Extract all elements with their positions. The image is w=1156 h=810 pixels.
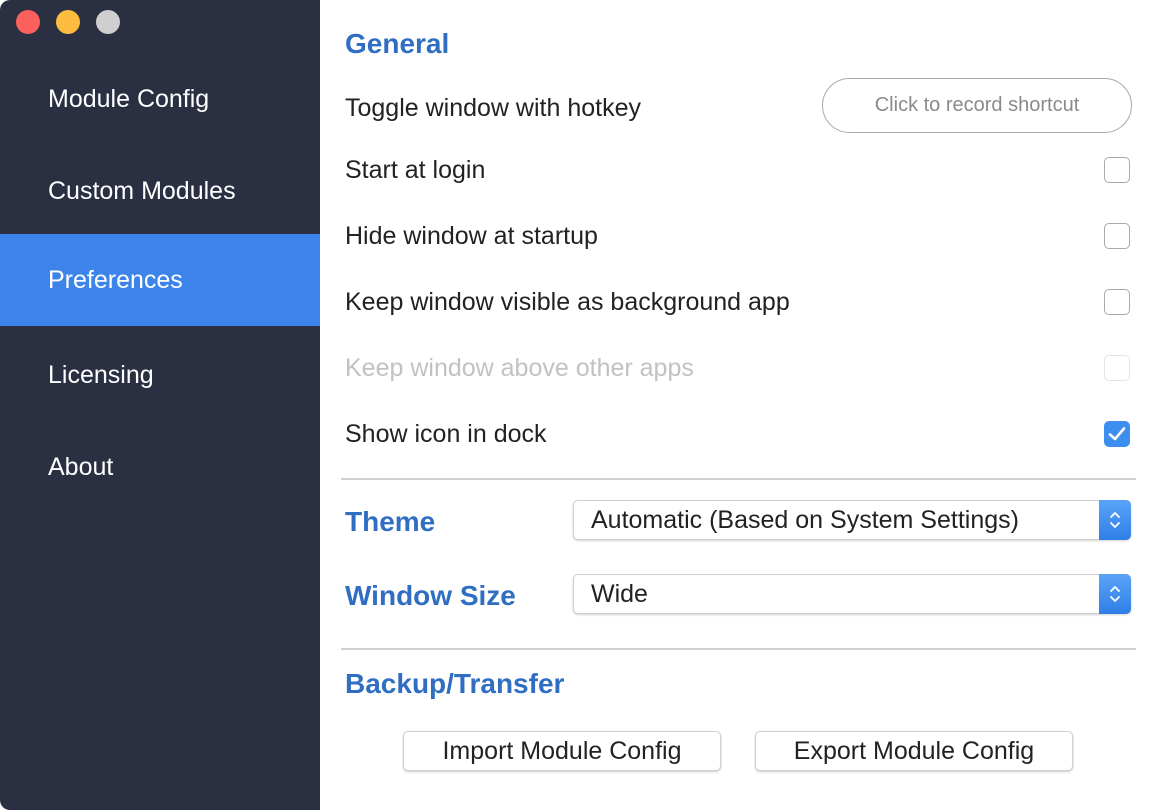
sidebar-item-label: Licensing: [48, 360, 154, 389]
import-module-config-button[interactable]: Import Module Config: [403, 731, 721, 771]
window-size-label: Window Size: [345, 580, 516, 611]
hotkey-label: Toggle window with hotkey: [345, 94, 641, 122]
zoom-window-button[interactable]: [96, 10, 120, 34]
minimize-window-button[interactable]: [56, 10, 80, 34]
option-label-show-icon-in-dock: Show icon in dock: [345, 420, 547, 448]
option-label-start-at-login: Start at login: [345, 156, 486, 184]
export-module-config-button[interactable]: Export Module Config: [755, 731, 1073, 771]
section-title-general: General: [345, 28, 450, 59]
sidebar-item-label: About: [48, 452, 114, 481]
keep-above-other-apps-checkbox: [1104, 355, 1130, 381]
sidebar-item-preferences[interactable]: Preferences: [0, 234, 320, 326]
sidebar-item-label: Custom Modules: [48, 176, 236, 205]
theme-select[interactable]: Automatic (Based on System Settings): [573, 499, 1131, 540]
theme-select-value: Automatic (Based on System Settings): [591, 505, 1019, 534]
sidebar-item-module-config[interactable]: Module Config: [0, 53, 320, 145]
window-controls: [16, 10, 120, 34]
option-label-keep-visible-background: Keep window visible as background app: [345, 288, 790, 316]
theme-label: Theme: [345, 506, 436, 537]
window-size-select-value: Wide: [591, 579, 648, 608]
sidebar-item-custom-modules[interactable]: Custom Modules: [0, 145, 320, 237]
up-down-chevron-icon: [1099, 499, 1131, 540]
sidebar: Module Config Custom Modules Preferences…: [0, 0, 320, 810]
checkmark-icon: [1108, 427, 1126, 441]
window-size-select[interactable]: Wide: [573, 573, 1131, 614]
preferences-panel: General Toggle window with hotkey Click …: [320, 0, 1156, 810]
option-label-keep-above-other-apps: Keep window above other apps: [345, 354, 694, 382]
sidebar-item-about[interactable]: About: [0, 421, 320, 513]
sidebar-item-label: Preferences: [48, 265, 183, 294]
up-down-chevron-icon: [1099, 573, 1131, 614]
sidebar-item-label: Module Config: [48, 84, 210, 113]
divider: [341, 648, 1136, 650]
section-title-backup: Backup/Transfer: [345, 668, 565, 699]
record-shortcut-button[interactable]: Click to record shortcut: [822, 78, 1132, 133]
sidebar-item-licensing[interactable]: Licensing: [0, 329, 320, 421]
divider: [341, 478, 1136, 480]
start-at-login-checkbox[interactable]: [1104, 157, 1130, 183]
hide-window-at-startup-checkbox[interactable]: [1104, 223, 1130, 249]
option-label-hide-window-at-startup: Hide window at startup: [345, 222, 598, 250]
show-icon-in-dock-checkbox[interactable]: [1104, 421, 1130, 447]
close-window-button[interactable]: [16, 10, 40, 34]
keep-visible-background-checkbox[interactable]: [1104, 289, 1130, 315]
